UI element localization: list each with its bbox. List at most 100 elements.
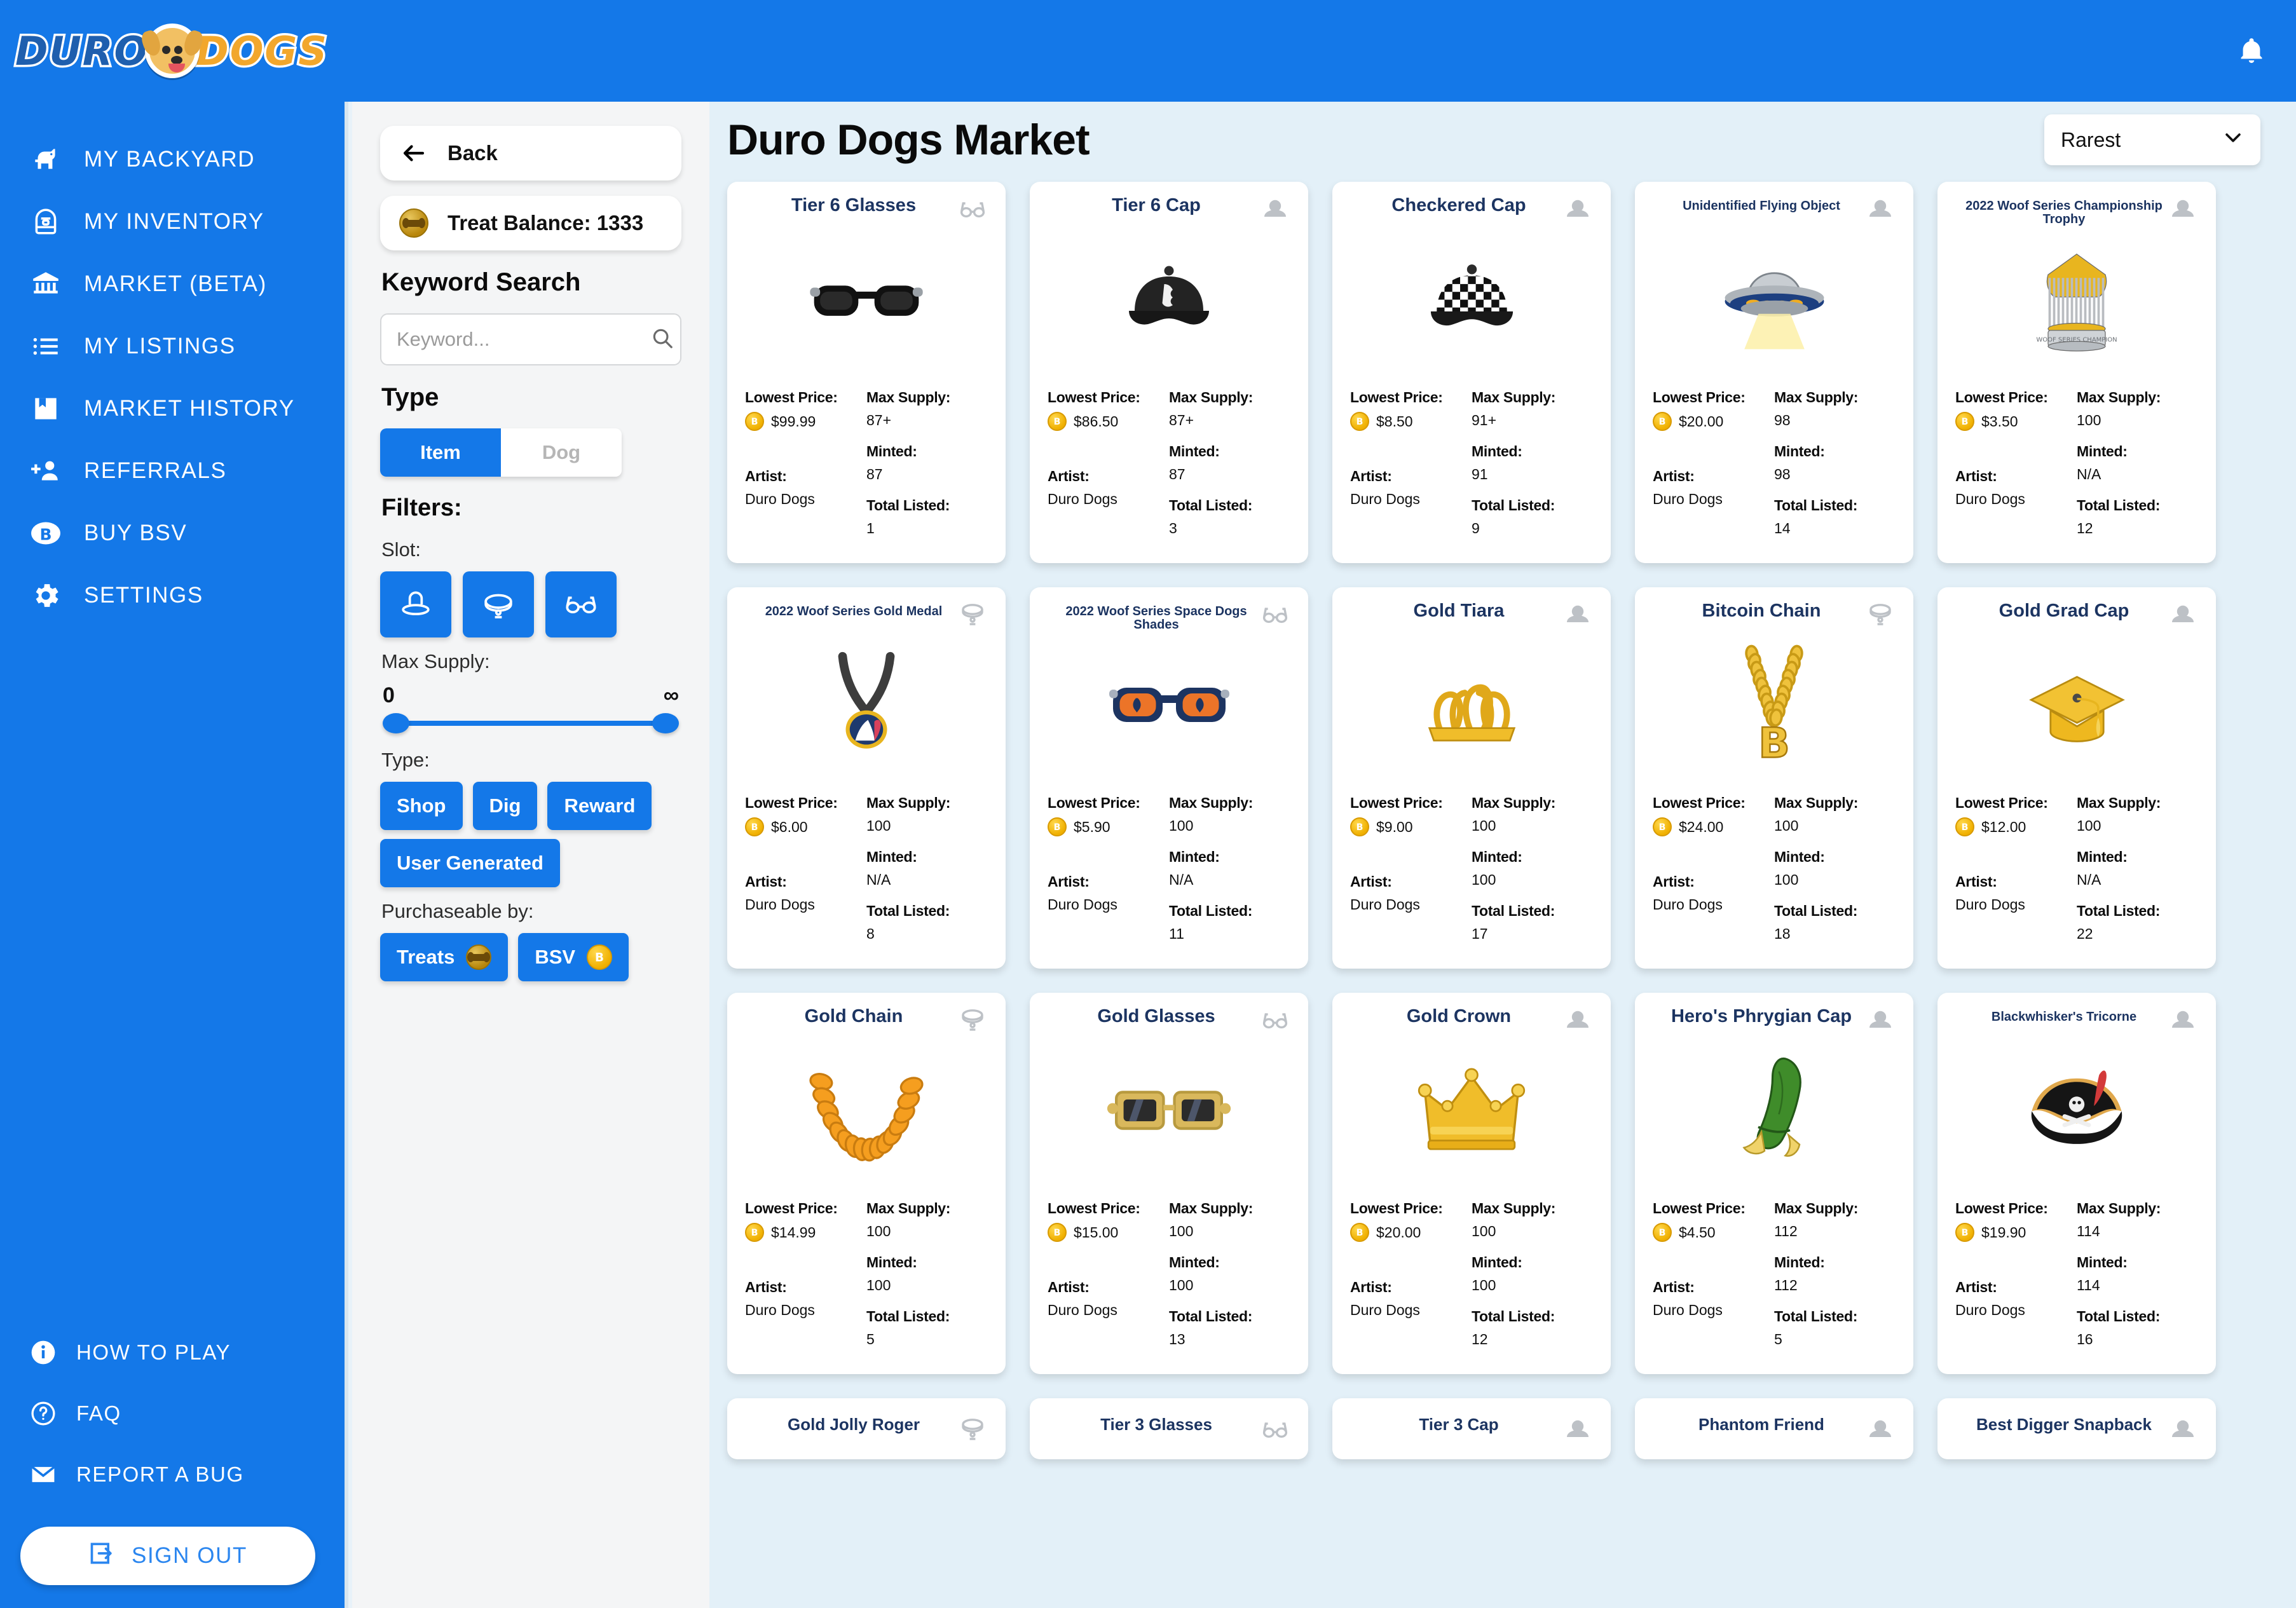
sign-out-button[interactable]: SIGN OUT <box>20 1527 315 1585</box>
type-chip-reward[interactable]: Reward <box>547 782 652 830</box>
card-artist-label: Artist: <box>1955 468 2077 485</box>
type-toggle-item[interactable]: Item <box>380 428 501 477</box>
sidebar-item-market-beta[interactable]: MARKET (BETA) <box>0 253 345 315</box>
sidebar-item-faq[interactable]: FAQ <box>0 1383 345 1444</box>
treat-balance[interactable]: Treat Balance: 1333 <box>380 196 681 250</box>
collar-icon <box>957 1004 988 1035</box>
card-header: 2022 Woof Series Gold Medal <box>745 597 988 632</box>
card-lowest-price-value: B$6.00 <box>745 817 866 836</box>
card-lowest-price-label: Lowest Price: <box>745 794 866 812</box>
market-grid: Duro Dogs 3 Duro Dogs 16 Duro Dogs 8 Dur… <box>709 102 2296 1483</box>
card-artist-label: Artist: <box>1048 1279 1169 1296</box>
bookmark-icon <box>29 392 62 425</box>
market-card[interactable]: Tier 6 Cap Lowest Price: B$86.50 Artist:… <box>1030 182 1308 563</box>
card-total-listed-label: Total Listed: <box>1169 903 1290 920</box>
market-card[interactable]: Gold Glasses Lowest Price: B$15.00 Artis… <box>1030 993 1308 1374</box>
card-lowest-price-label: Lowest Price: <box>1350 794 1472 812</box>
svg-text:B: B <box>1054 1228 1061 1238</box>
svg-text:B: B <box>39 525 51 543</box>
market-card[interactable]: 2022 Woof Series Gold Medal Lowest Price… <box>727 587 1006 969</box>
market-card[interactable]: Blackwhisker's Tricorne Lowest Price: B$… <box>1937 993 2216 1374</box>
type-chip-user-generated[interactable]: User Generated <box>380 839 560 887</box>
card-lowest-price-label: Lowest Price: <box>1955 389 2077 406</box>
market-card[interactable]: Unidentified Flying Object Lowest Price:… <box>1635 182 1913 563</box>
search-icon[interactable] <box>650 326 674 353</box>
svg-text:B: B <box>751 1228 758 1238</box>
search-input-wrapper[interactable] <box>380 313 681 365</box>
back-button[interactable]: Back <box>380 126 681 181</box>
app-logo[interactable]: DURO DOGS <box>15 16 328 86</box>
slider-handle-min[interactable] <box>383 713 409 733</box>
max-supply-slider[interactable] <box>383 711 679 736</box>
sidebar-item-referrals[interactable]: REFERRALS <box>0 440 345 502</box>
market-card[interactable]: 2022 Woof Series Championship Trophy WOO… <box>1937 182 2216 563</box>
card-total-listed-label: Total Listed: <box>2077 903 2198 920</box>
market-card-partial[interactable]: Tier 3 Glasses <box>1030 1398 1308 1459</box>
market-card-partial[interactable]: Best Digger Snapback <box>1937 1398 2216 1459</box>
card-title: Hero's Phrygian Cap <box>1667 1003 1881 1026</box>
card-header: Gold Crown <box>1350 1003 1593 1037</box>
slot-filter-hat[interactable] <box>380 571 451 637</box>
slot-filter-collar[interactable] <box>463 571 534 637</box>
bsv-coin-icon: B <box>1653 412 1672 431</box>
card-lowest-price-value: B$8.50 <box>1350 412 1472 431</box>
bell-icon[interactable] <box>2235 34 2268 67</box>
svg-text:B: B <box>1356 822 1363 833</box>
type-toggle[interactable]: Item Dog <box>380 428 622 477</box>
market-card-partial[interactable]: Tier 3 Cap <box>1332 1398 1611 1459</box>
market-card[interactable]: Tier 6 Glasses Lowest Price: B$99.99 Art… <box>727 182 1006 563</box>
purchase-chip-bsv[interactable]: BSV B <box>518 933 629 981</box>
sidebar-item-label: HOW TO PLAY <box>76 1340 231 1365</box>
card-header: Hero's Phrygian Cap <box>1653 1003 1896 1037</box>
market-card[interactable]: Bitcoin Chain B Lowest Price: B$24.00 Ar… <box>1635 587 1913 969</box>
market-card-partial[interactable]: Phantom Friend <box>1635 1398 1913 1459</box>
sidebar-item-my-inventory[interactable]: MY INVENTORY <box>0 191 345 253</box>
market-card[interactable]: Gold Crown Lowest Price: B$20.00 Artist:… <box>1332 993 1611 1374</box>
card-total-listed-value: 9 <box>1472 520 1593 537</box>
card-minted-value: 100 <box>1472 1277 1593 1294</box>
treat-coin-icon <box>466 944 491 970</box>
bsv-coin-icon: B <box>1350 1223 1369 1242</box>
market-card[interactable]: Gold Tiara Lowest Price: B$9.00 Artist: … <box>1332 587 1611 969</box>
card-title: Phantom Friend <box>1695 1412 1854 1433</box>
add-person-icon <box>29 454 62 487</box>
card-max-supply-value: 100 <box>866 817 988 835</box>
sign-out-icon <box>88 1539 116 1573</box>
collar-icon <box>957 1414 988 1444</box>
sidebar-item-label: MY INVENTORY <box>84 209 264 235</box>
card-header: 2022 Woof Series Space Dogs Shades <box>1048 597 1290 632</box>
market-card[interactable]: Hero's Phrygian Cap Lowest Price: B$4.50… <box>1635 993 1913 1374</box>
card-minted-label: Minted: <box>1169 848 1290 866</box>
sidebar-item-my-listings[interactable]: MY LISTINGS <box>0 315 345 378</box>
market-card[interactable]: 2022 Woof Series Space Dogs Shades Lowes… <box>1030 587 1308 969</box>
card-title: 2022 Woof Series Championship Trophy <box>1955 192 2198 226</box>
market-card-partial[interactable]: Gold Jolly Roger <box>727 1398 1006 1459</box>
type-chip-dig[interactable]: Dig <box>473 782 538 830</box>
sidebar-item-my-backyard[interactable]: MY BACKYARD <box>0 128 345 191</box>
search-input[interactable] <box>397 328 650 351</box>
type-chip-shop[interactable]: Shop <box>380 782 463 830</box>
card-title: Bitcoin Chain <box>1698 597 1850 620</box>
card-artist-value: Duro Dogs <box>1048 491 1169 508</box>
market-card[interactable]: Gold Grad Cap Lowest Price: B$12.00 Arti… <box>1937 587 2216 969</box>
sidebar-item-buy-bsv[interactable]: B BUY BSV <box>0 502 345 564</box>
slider-handle-max[interactable] <box>652 713 679 733</box>
card-lowest-price-label: Lowest Price: <box>1955 794 2077 812</box>
sidebar-item-report-a-bug[interactable]: REPORT A BUG <box>0 1444 345 1505</box>
purchase-chip-label: BSV <box>535 946 575 969</box>
sort-select[interactable]: Rarest <box>2044 114 2260 165</box>
treat-balance-label: Treat Balance: 1333 <box>448 211 643 235</box>
sidebar-item-how-to-play[interactable]: HOW TO PLAY <box>0 1322 345 1383</box>
dog-mascot-icon <box>145 24 200 78</box>
type-toggle-dog[interactable]: Dog <box>501 428 622 477</box>
card-lowest-price-value: B$86.50 <box>1048 412 1169 431</box>
sidebar-item-market-history[interactable]: MARKET HISTORY <box>0 378 345 440</box>
market-card[interactable]: Checkered Cap Lowest Price: B$8.50 Artis… <box>1332 182 1611 563</box>
purchase-chip-treats[interactable]: Treats <box>380 933 508 981</box>
dog-icon <box>29 143 62 176</box>
sidebar-item-settings[interactable]: SETTINGS <box>0 564 345 627</box>
slot-filter-glasses[interactable] <box>545 571 617 637</box>
card-total-listed-label: Total Listed: <box>1472 903 1593 920</box>
market-card[interactable]: Gold Chain Lowest Price: B$14.99 Artist:… <box>727 993 1006 1374</box>
hat-icon <box>1865 1414 1896 1444</box>
